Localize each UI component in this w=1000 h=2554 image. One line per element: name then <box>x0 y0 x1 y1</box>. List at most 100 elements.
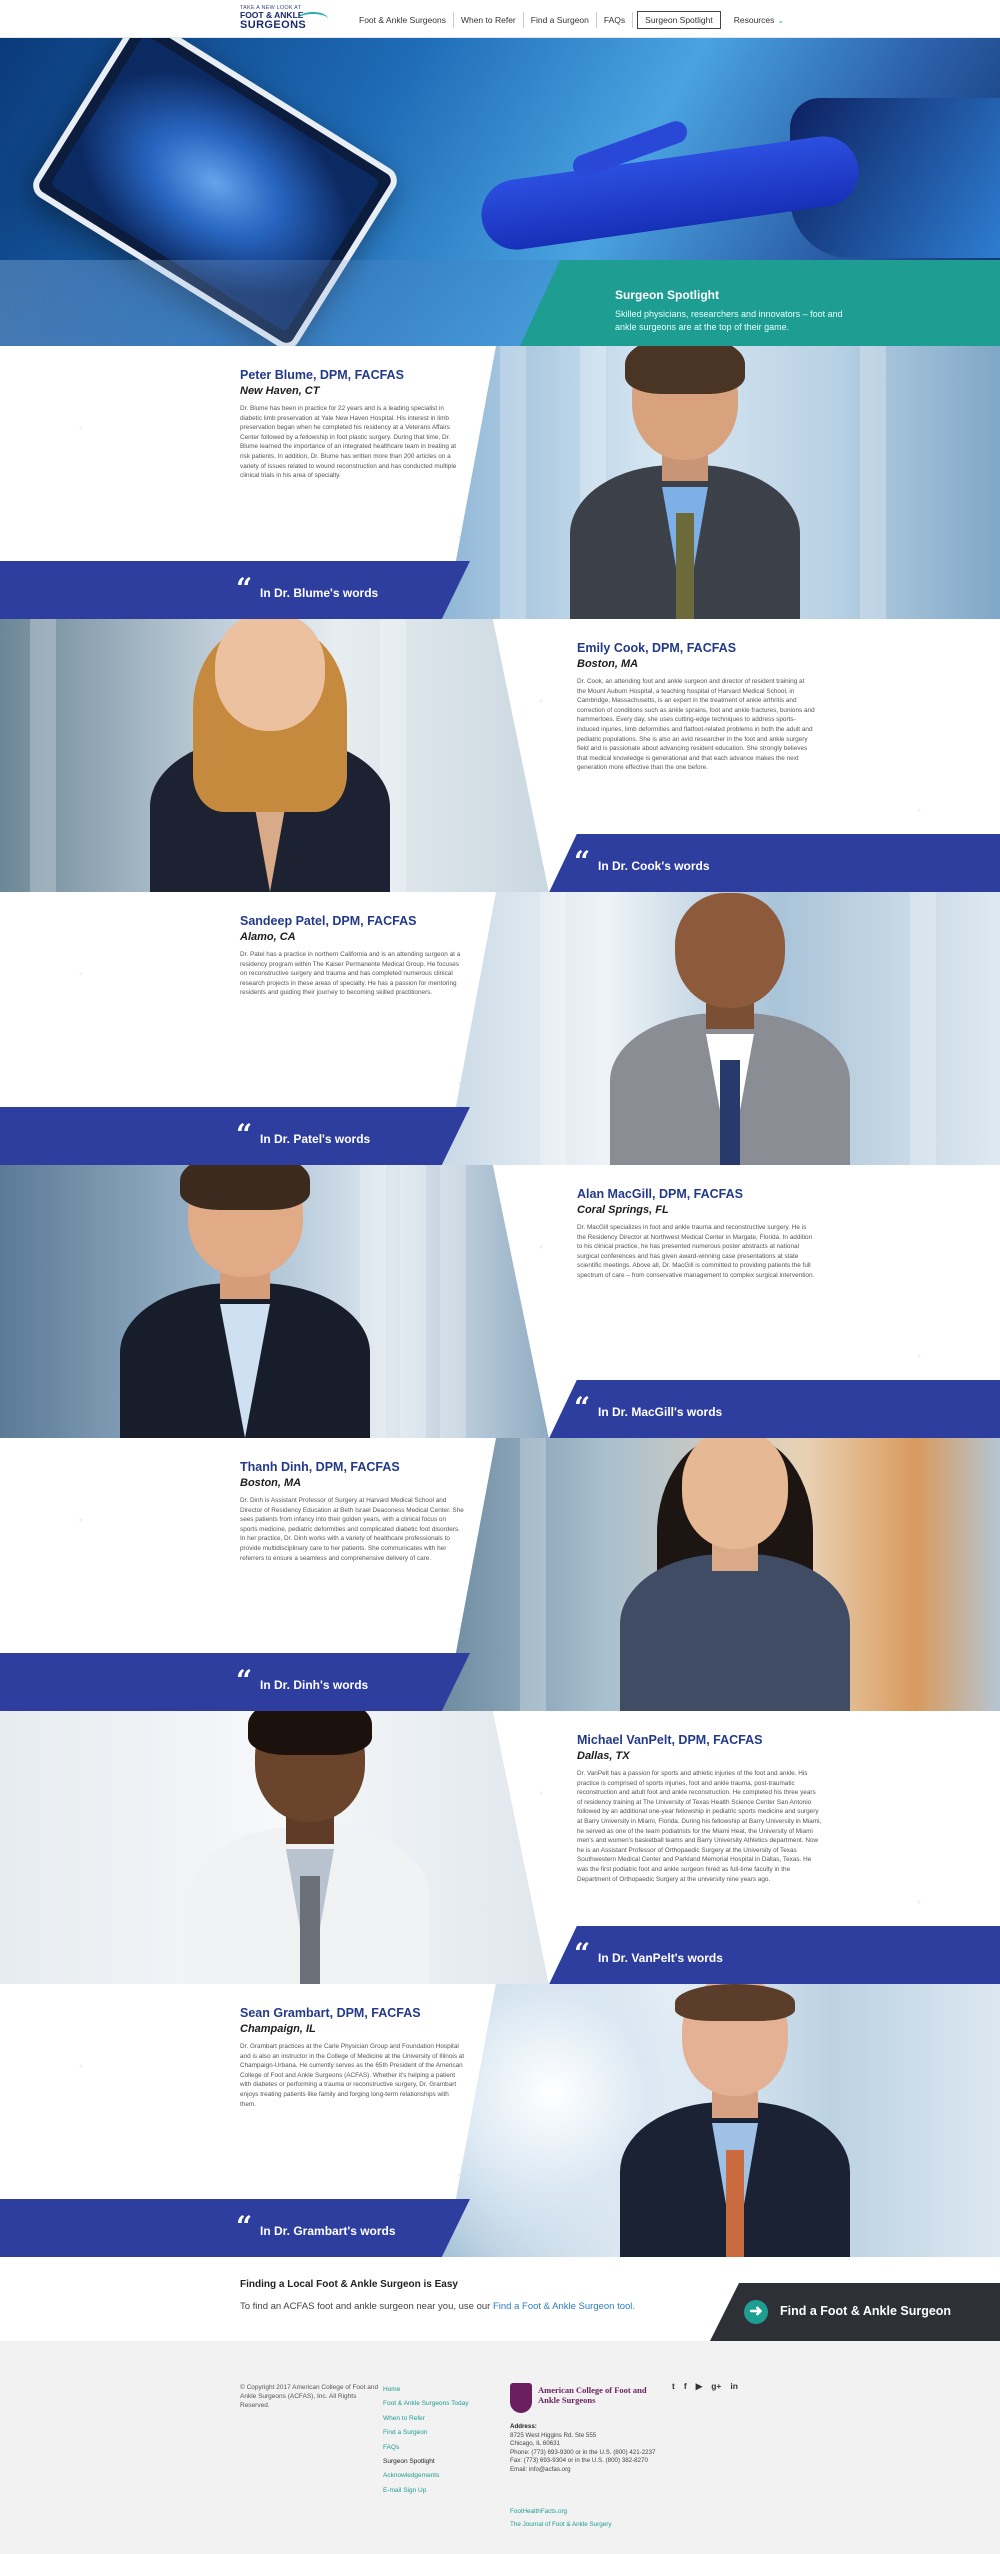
surgeon-portrait <box>150 619 390 892</box>
nav-resources[interactable]: Resources ⌄ <box>727 12 791 29</box>
hero-subtitle: Skilled physicians, researchers and inno… <box>615 309 843 332</box>
profile-blume: Peter Blume, DPM, FACFAS New Haven, CT D… <box>0 346 1000 619</box>
window-pane <box>540 892 566 1165</box>
tie <box>300 1876 320 1984</box>
twitter-icon[interactable]: t <box>672 2381 675 2392</box>
find-surgeon-button-label: Find a Foot & Ankle Surgeon <box>780 2304 952 2318</box>
surgeon-photo <box>440 1438 1000 1711</box>
quote-button[interactable]: “ In Dr. Patel's words <box>0 1107 470 1165</box>
quote-button[interactable]: “ In Dr. Grambart's words <box>0 2199 470 2257</box>
surgeon-portrait <box>620 1438 850 1711</box>
googleplus-icon[interactable]: g+ <box>711 2381 721 2392</box>
footer-link-surgeons-today[interactable]: Foot & Ankle Surgeons Today <box>383 2397 469 2411</box>
quote-button[interactable]: “ In Dr. Dinh's words <box>0 1653 470 1711</box>
face <box>674 892 786 1008</box>
surgeon-bio: Dr. Blume has been in practice for 22 ye… <box>240 405 457 480</box>
nav-when-to-refer[interactable]: When to Refer <box>454 12 524 28</box>
find-title: Finding a Local Foot & Ankle Surgeon is … <box>240 2279 458 2290</box>
foothealthfacts-link[interactable]: FootHealthFacts.org <box>510 2505 612 2518</box>
face <box>214 619 326 732</box>
nav-foot-ankle-surgeons[interactable]: Foot & Ankle Surgeons <box>352 12 454 28</box>
surgeon-name: Thanh Dinh, DPM, FACFAS <box>240 1460 400 1474</box>
surgeon-photo <box>440 892 1000 1165</box>
journal-link[interactable]: The Journal of Foot & Ankle Surgery <box>510 2518 612 2531</box>
surgeon-photo <box>0 619 549 892</box>
surgeon-location: New Haven, CT <box>240 385 320 397</box>
quote-button[interactable]: “ In Dr. Cook's words <box>540 834 1000 892</box>
address-line-1: 8725 West Higgins Rd. Ste 555 <box>510 2431 597 2439</box>
window-pane <box>400 1165 426 1438</box>
quote-button[interactable]: “ In Dr. MacGill's words <box>540 1380 1000 1438</box>
surgeon-location: Dallas, TX <box>577 1750 630 1762</box>
hair <box>675 1984 795 2022</box>
linkedin-icon[interactable]: in <box>730 2381 738 2392</box>
profile-macgill: Alan MacGill, DPM, FACFAS Coral Springs,… <box>0 1165 1000 1438</box>
nav-surgeon-spotlight[interactable]: Surgeon Spotlight <box>637 11 721 29</box>
quote-icon: “ <box>236 572 253 605</box>
surgeon-bio: Dr. Grambart practices at the Carle Phys… <box>240 2043 465 2108</box>
face <box>682 1438 788 1549</box>
window-pane <box>860 346 886 619</box>
find-surgeon-tool-link[interactable]: Find a Foot & Ankle Surgeon tool. <box>493 2301 635 2312</box>
footer-link-find-surgeon[interactable]: Find a Surgeon <box>383 2426 469 2440</box>
find-text: To find an ACFAS foot and ankle surgeon … <box>240 2301 635 2312</box>
top-nav: TAKE A NEW LOOK AT FOOT & ANKLE SURGEONS… <box>0 0 1000 38</box>
quote-button[interactable]: “ In Dr. Blume's words <box>0 561 470 619</box>
footer-link-faqs[interactable]: FAQs <box>383 2441 469 2455</box>
quote-label: In Dr. Dinh's words <box>260 1678 369 1692</box>
youtube-icon[interactable]: ▶ <box>696 2381 703 2392</box>
footer-link-when-to-refer[interactable]: When to Refer <box>383 2412 469 2426</box>
find-surgeon-section: Finding a Local Foot & Ankle Surgeon is … <box>0 2257 1000 2341</box>
banner-angle <box>520 260 560 346</box>
surgeon-location: Alamo, CA <box>240 931 296 943</box>
hero-banner: Surgeon Spotlight Skilled physicians, re… <box>0 38 1000 346</box>
footer-link-surgeon-spotlight[interactable]: Surgeon Spotlight <box>383 2455 469 2469</box>
main-menu: Foot & Ankle Surgeons When to Refer Find… <box>352 11 791 29</box>
tie <box>725 2149 745 2257</box>
acfas-crest-icon <box>510 2383 532 2413</box>
surgeon-name: Peter Blume, DPM, FACFAS <box>240 368 404 382</box>
find-text-body: To find an ACFAS foot and ankle surgeon … <box>240 2301 491 2312</box>
quote-icon: “ <box>236 1118 253 1151</box>
surgeon-location: Boston, MA <box>240 1477 302 1489</box>
external-links: FootHealthFacts.org The Journal of Foot … <box>510 2505 612 2531</box>
quote-button[interactable]: “ In Dr. VanPelt's words <box>540 1926 1000 1984</box>
acfas-name: American College of Foot and Ankle Surge… <box>538 2385 647 2405</box>
surgeon-photo <box>0 1165 549 1438</box>
window-pane <box>30 619 56 892</box>
footer-link-acknowledgements[interactable]: Acknowledgements <box>383 2469 469 2483</box>
quote-icon: “ <box>236 1664 253 1697</box>
hero-title: Surgeon Spotlight <box>615 288 719 302</box>
tie <box>720 1060 740 1165</box>
window-pane <box>440 1165 466 1438</box>
quote-label: In Dr. Cook's words <box>598 859 710 873</box>
find-surgeon-button[interactable]: ➜ Find a Foot & Ankle Surgeon <box>710 2283 1000 2341</box>
address-label: Address: <box>510 2423 537 2430</box>
window-pane <box>910 892 936 1165</box>
footer-link-email-signup[interactable]: E-mail Sign Up <box>383 2484 469 2498</box>
surgeon-name: Sean Grambart, DPM, FACFAS <box>240 2006 421 2020</box>
suit <box>620 1554 850 1711</box>
nav-find-a-surgeon[interactable]: Find a Surgeon <box>524 12 597 28</box>
surgeon-photo <box>440 346 1000 619</box>
nav-resources-label: Resources <box>733 14 775 25</box>
quote-label: In Dr. Blume's words <box>260 586 379 600</box>
surgeon-bio: Dr. VanPelt has a passion for sports and… <box>577 1770 822 1883</box>
address-line-2: Chicago, IL 60631 <box>510 2440 560 2448</box>
logo-swoosh <box>298 12 328 26</box>
surgeon-photo <box>0 1711 549 1984</box>
footer-link-home[interactable]: Home <box>383 2383 469 2397</box>
site-logo[interactable]: TAKE A NEW LOOK AT FOOT & ANKLE SURGEONS <box>240 5 330 33</box>
chevron-down-icon: ⌄ <box>777 15 785 25</box>
surgeon-location: Champaign, IL <box>240 2023 316 2035</box>
hair <box>247 1711 373 1755</box>
facebook-icon[interactable]: f <box>684 2381 687 2392</box>
nav-faqs[interactable]: FAQs <box>597 12 634 28</box>
profile-dinh: Thanh Dinh, DPM, FACFAS Boston, MA Dr. D… <box>0 1438 1000 1711</box>
surgeon-location: Coral Springs, FL <box>577 1204 669 1216</box>
window-pane <box>500 346 526 619</box>
email[interactable]: Email: info@acfas.org <box>510 2466 571 2473</box>
surgeon-portrait <box>190 1711 430 1984</box>
surgeon-portrait <box>570 346 800 619</box>
surgeon-bio: Dr. MacGill specializes in foot and ankl… <box>577 1224 815 1279</box>
